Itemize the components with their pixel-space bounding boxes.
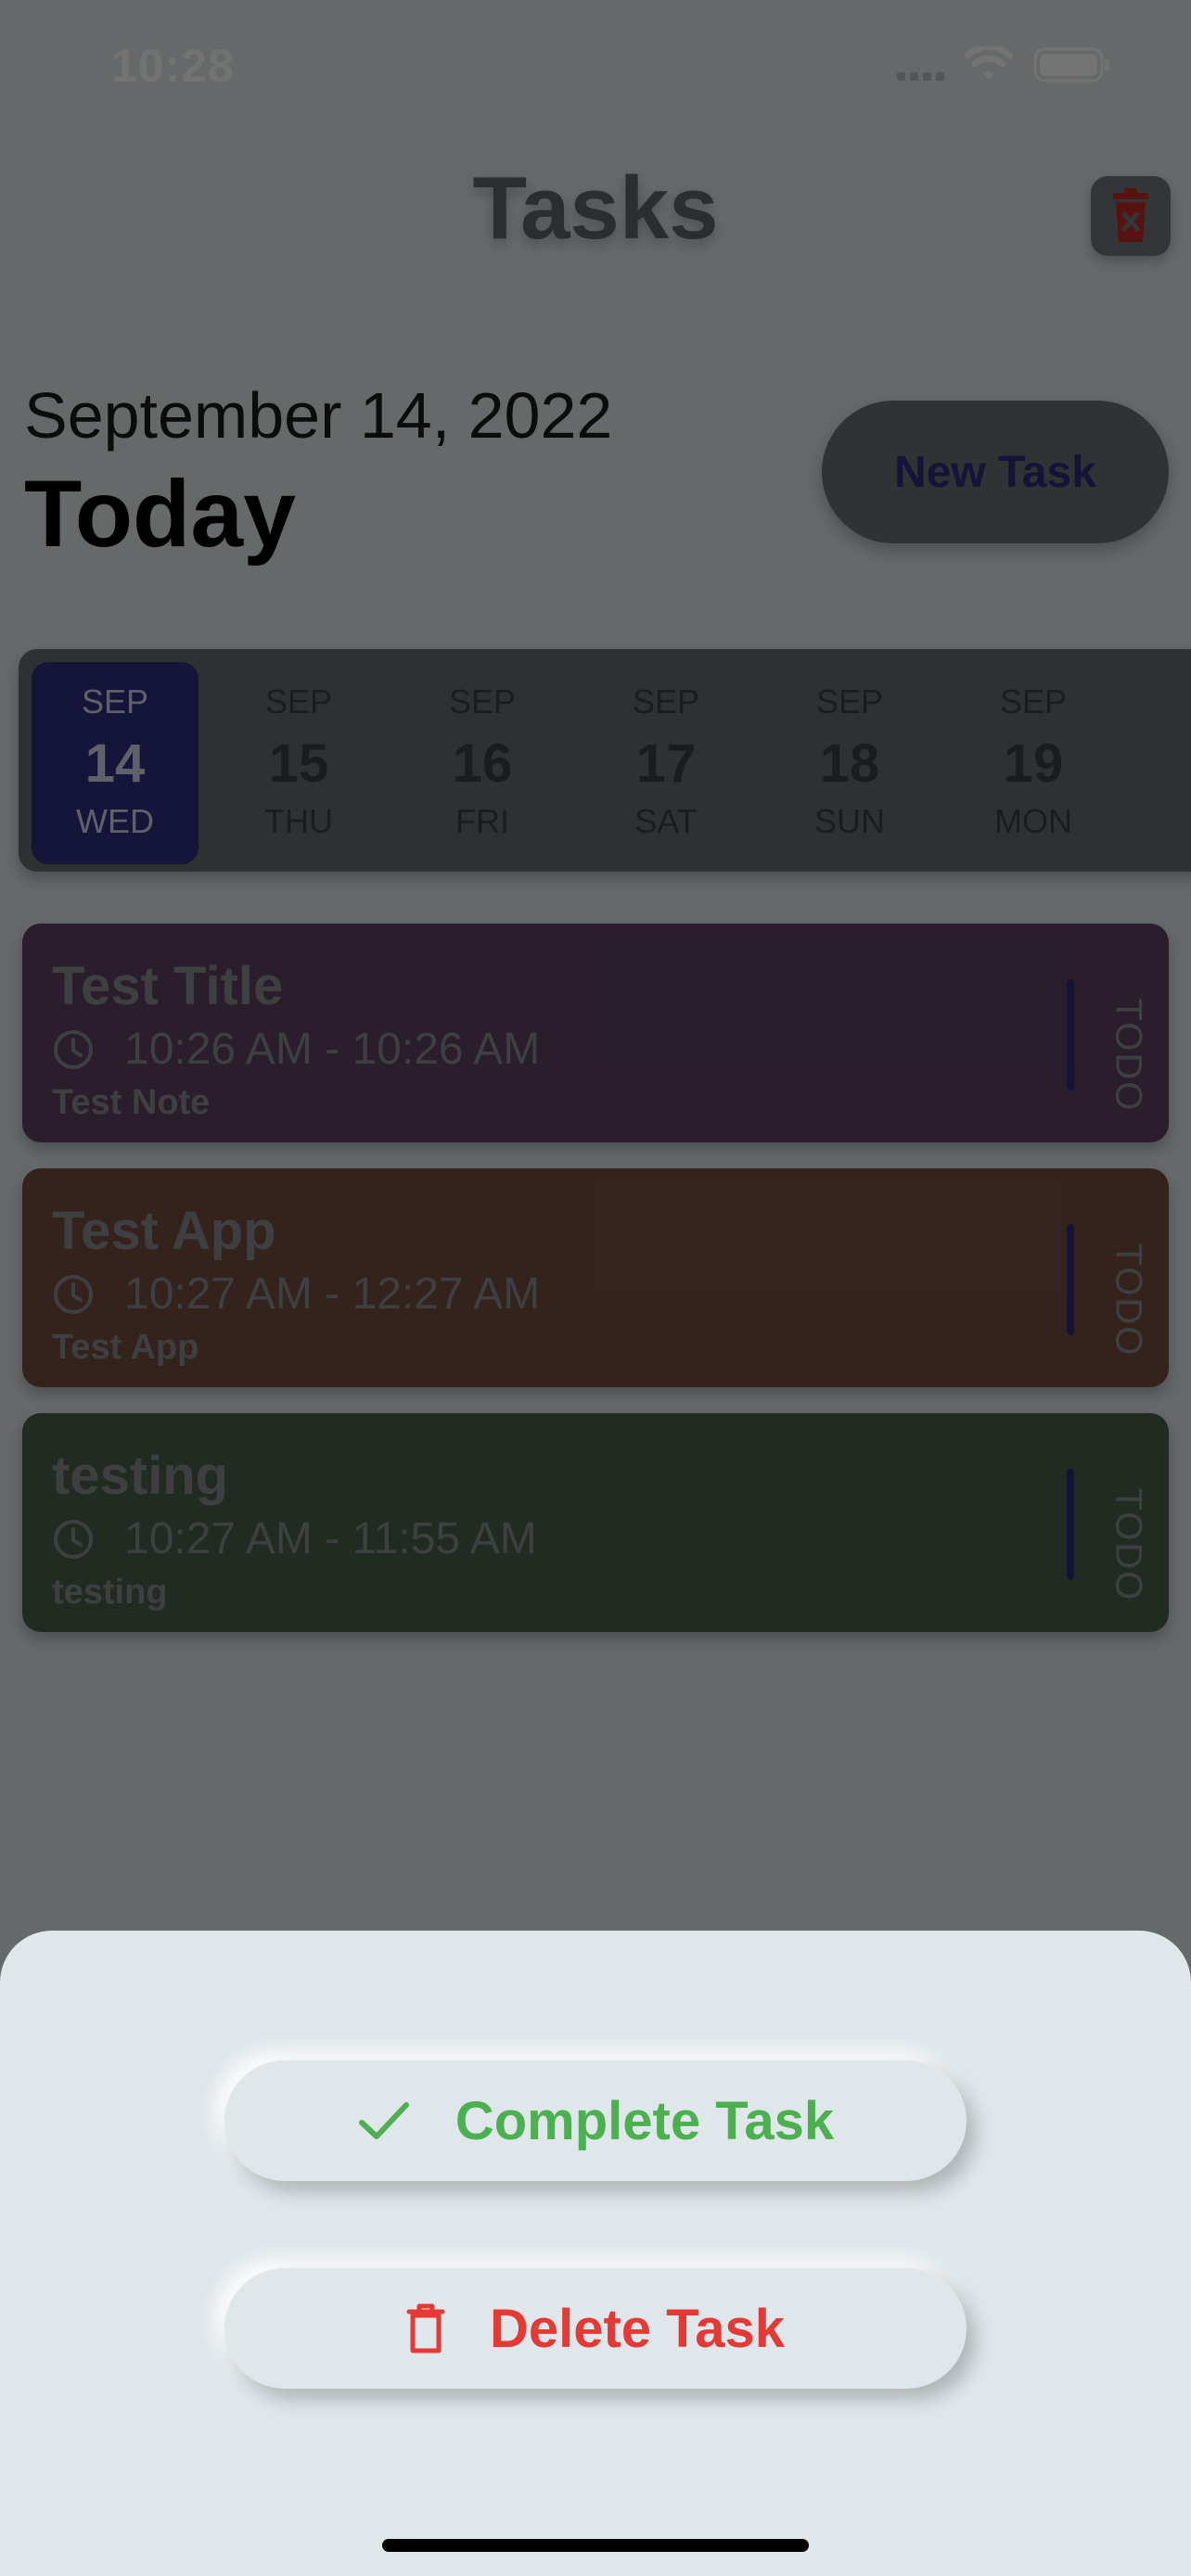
battery-icon bbox=[1033, 47, 1109, 83]
cellular-signal-icon bbox=[897, 49, 944, 81]
current-date: September 14, 2022 bbox=[24, 379, 613, 452]
task-status: TODO bbox=[1108, 1487, 1149, 1602]
date-weekday: SAT bbox=[634, 802, 698, 840]
task-card[interactable]: Test App 10:27 AM - 12:27 AM Test App TO… bbox=[22, 1168, 1169, 1387]
date-weekday: THU bbox=[264, 802, 333, 840]
date-item[interactable]: SEP 18 SUN bbox=[766, 662, 933, 864]
task-divider bbox=[1067, 979, 1074, 1090]
task-time-row: 10:26 AM - 10:26 AM bbox=[52, 1024, 540, 1075]
clock-icon bbox=[54, 1519, 93, 1559]
task-note: Test App bbox=[52, 1328, 199, 1367]
date-day: 19 bbox=[1003, 733, 1064, 794]
date-month: SEP bbox=[81, 682, 149, 721]
home-indicator[interactable] bbox=[382, 2539, 809, 2552]
date-month: SEP bbox=[264, 682, 333, 721]
date-weekday: MON bbox=[994, 802, 1072, 840]
task-time: 10:27 AM - 11:55 AM bbox=[124, 1514, 537, 1563]
task-title: Test Title bbox=[52, 956, 284, 1016]
task-card[interactable]: testing 10:27 AM - 11:55 AM testing TODO bbox=[22, 1413, 1169, 1632]
date-day: 18 bbox=[819, 733, 880, 794]
task-divider bbox=[1067, 1224, 1074, 1335]
wifi-icon bbox=[965, 46, 1013, 80]
date-day: 16 bbox=[452, 733, 513, 794]
date-item[interactable]: SEP 17 SAT bbox=[583, 662, 749, 864]
date-month: SEP bbox=[632, 682, 700, 721]
date-item[interactable]: SEP 16 FRI bbox=[399, 662, 566, 864]
date-weekday: SUN bbox=[813, 802, 885, 840]
date-item[interactable]: SEP 14 WED bbox=[32, 662, 198, 864]
date-picker-strip[interactable]: SEP 14 WED SEP 15 THU SEP 16 FRI SEP 17 … bbox=[19, 649, 1191, 872]
status-icons bbox=[897, 46, 1111, 83]
trash-icon bbox=[1113, 188, 1148, 242]
delete-task-button[interactable]: Delete Task bbox=[224, 2268, 967, 2389]
date-item[interactable]: SEP 19 MON bbox=[950, 662, 1117, 864]
complete-task-button[interactable]: Complete Task bbox=[224, 2060, 967, 2181]
date-month: SEP bbox=[448, 682, 517, 721]
date-day: 2 bbox=[1133, 733, 1191, 795]
date-day: 14 bbox=[84, 733, 146, 794]
task-status: TODO bbox=[1108, 998, 1149, 1113]
date-item[interactable]: S 2 T bbox=[1133, 662, 1191, 864]
task-divider bbox=[1067, 1469, 1074, 1580]
checkmark-icon bbox=[358, 2102, 409, 2139]
task-status: TODO bbox=[1108, 1243, 1149, 1358]
today-heading: Today bbox=[24, 461, 296, 567]
task-note: testing bbox=[52, 1573, 168, 1612]
date-day: 17 bbox=[635, 733, 697, 794]
task-time-row: 10:27 AM - 11:55 AM bbox=[52, 1513, 537, 1564]
trash-icon bbox=[406, 2303, 445, 2353]
complete-task-label: Complete Task bbox=[455, 2090, 835, 2151]
clock-icon bbox=[54, 1274, 93, 1314]
date-weekday: WED bbox=[76, 802, 154, 840]
date-item[interactable]: SEP 15 THU bbox=[215, 662, 382, 864]
task-note: Test Note bbox=[52, 1083, 211, 1122]
task-time-row: 10:27 AM - 12:27 AM bbox=[52, 1269, 540, 1320]
task-time: 10:27 AM - 12:27 AM bbox=[124, 1269, 541, 1319]
new-task-button[interactable]: New Task bbox=[822, 401, 1169, 543]
task-card[interactable]: Test Title 10:26 AM - 10:26 AM Test Note… bbox=[22, 924, 1169, 1142]
clock-icon bbox=[54, 1029, 93, 1069]
delete-task-label: Delete Task bbox=[489, 2298, 786, 2359]
delete-all-button[interactable] bbox=[1091, 176, 1171, 256]
task-title: testing bbox=[52, 1446, 229, 1506]
date-month: SEP bbox=[815, 682, 884, 721]
task-time: 10:26 AM - 10:26 AM bbox=[124, 1025, 541, 1074]
task-title: Test App bbox=[52, 1201, 276, 1261]
status-time: 10:28 bbox=[111, 40, 235, 92]
date-day: 15 bbox=[268, 733, 329, 794]
date-month: S bbox=[1133, 682, 1191, 721]
task-action-sheet: Complete Task Delete Task bbox=[0, 1931, 1191, 2576]
page-title: Tasks bbox=[472, 159, 719, 258]
date-weekday: FRI bbox=[455, 802, 509, 840]
date-month: SEP bbox=[999, 682, 1068, 721]
date-weekday: T bbox=[1133, 802, 1191, 841]
